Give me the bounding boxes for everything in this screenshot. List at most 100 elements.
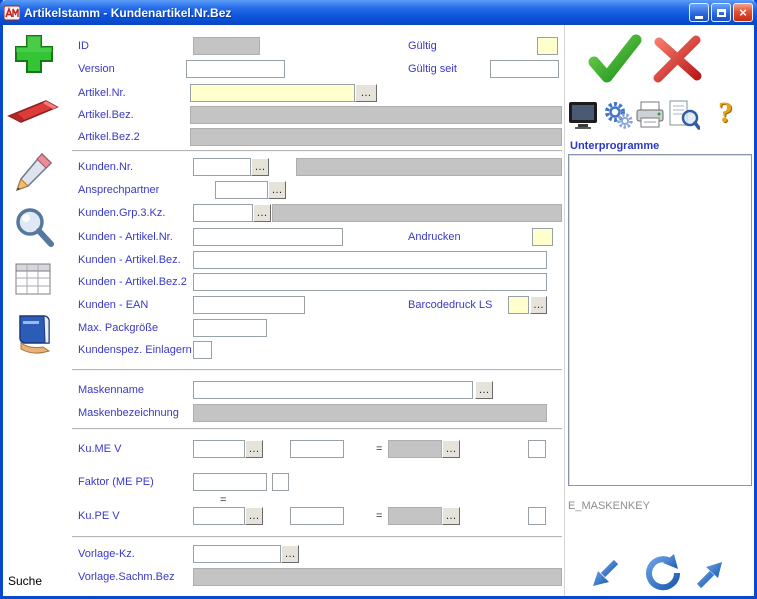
ku-me-v-check-input[interactable] [528,440,546,458]
kunden-grp-bez-field [272,204,562,222]
arrow-down-left-icon [591,558,621,590]
ku-me-v-qty-input[interactable] [290,440,344,458]
kunden-nr-input[interactable] [193,158,251,176]
artikel-bez-field [190,106,562,124]
vorlage-kz-input[interactable] [193,545,281,563]
unterprogramme-listbox[interactable] [568,154,752,486]
edit-button[interactable] [13,150,55,199]
navigate-back-button[interactable] [591,558,621,595]
andrucken-field[interactable] [532,228,553,246]
maximize-button[interactable] [711,3,731,22]
question-mark-icon: ? [718,96,733,129]
x-icon [652,34,704,84]
help-button[interactable]: ? [718,96,733,130]
print-button[interactable] [636,101,664,134]
gueltig-seit-input[interactable] [490,60,559,78]
faktor-unit-input[interactable] [272,473,289,491]
ku-me-v-input[interactable] [193,440,245,458]
field-label-maskenname: Maskenname [78,384,144,396]
field-label-artikel-bez: Artikel.Bez. [78,109,134,121]
field-label-kunden-artikel-bez: Kunden - Artikel.Bez. [78,254,181,266]
kundenspez-einlagern-input[interactable] [193,341,212,359]
suche-label: Suche [8,574,42,588]
ansprechpartner-browse-button[interactable]: … [268,181,286,199]
monitor-button[interactable] [568,101,598,134]
field-label-id: ID [78,40,89,52]
ku-pe-v-browse-button[interactable]: … [245,507,263,525]
artikel-nr-browse-button[interactable]: … [355,84,377,102]
table-button[interactable] [15,263,51,300]
field-label-kunden-ean: Kunden - EAN [78,299,148,311]
maskenname-browse-button[interactable]: … [475,381,493,399]
ku-pe-v-check-input[interactable] [528,507,546,525]
equals-label: = [376,510,382,522]
ansprechpartner-input[interactable] [215,181,268,199]
barcodedruck-field[interactable] [508,296,529,314]
document-magnifier-icon [668,100,700,130]
equals-label: = [376,443,382,455]
field-label-vorlage-kz: Vorlage-Kz. [78,548,135,560]
kunden-artikel-nr-input[interactable] [193,228,343,246]
separator [72,536,562,538]
kunden-ean-input[interactable] [193,296,305,314]
settings-button[interactable] [603,100,633,135]
search-button[interactable] [13,206,55,255]
close-icon: × [739,6,747,19]
add-button[interactable] [13,33,55,80]
field-label-ku-pe-v: Ku.PE V [78,510,120,522]
field-label-kunden-artikel-nr: Kunden - Artikel.Nr. [78,231,173,243]
minimize-button[interactable] [689,3,709,22]
window-title: Artikelstamm - Kundenartikel.Nr.Bez [24,6,687,20]
refresh-button[interactable] [644,554,682,597]
minimize-icon [695,16,703,19]
ku-pe-v-qty-input[interactable] [290,507,344,525]
field-label-artikel-bez2: Artikel.Bez.2 [78,131,140,143]
plus-icon [13,33,55,75]
ok-button[interactable] [586,34,644,91]
navigate-forward-button[interactable] [694,558,724,595]
titlebar: Artikelstamm - Kundenartikel.Nr.Bez × [0,0,757,25]
book-button[interactable] [13,312,55,361]
separator [72,369,562,371]
artikel-nr-input[interactable] [190,84,355,102]
gears-icon [603,100,633,130]
vorlage-sachm-bez-field [193,568,562,586]
field-label-maskenbezeichnung: Maskenbezeichnung [78,407,179,419]
panel-divider [564,25,565,596]
close-button[interactable]: × [733,3,753,22]
field-label-gueltig-seit: Gültig seit [408,63,457,75]
version-input[interactable] [186,60,285,78]
kunden-artikel-bez-input[interactable] [193,251,547,269]
separator [72,150,562,152]
ku-me-v-browse-button[interactable]: … [245,440,263,458]
magnifier-icon [13,206,55,250]
refresh-icon [644,554,682,592]
field-label-ku-me-v: Ku.ME V [78,443,121,455]
kunden-nr-browse-button[interactable]: … [251,158,269,176]
printer-icon [636,101,664,129]
ku-me-v-target-browse-button[interactable]: … [442,440,460,458]
barcodedruck-browse-button[interactable]: … [530,296,547,314]
vorlage-kz-browse-button[interactable]: … [281,545,299,563]
field-label-vorlage-sachm: Vorlage.Sachm.Bez [78,571,175,583]
preview-button[interactable] [668,100,700,135]
delete-button[interactable] [6,97,60,130]
kunden-grp-browse-button[interactable]: … [253,204,271,222]
max-packgroesse-input[interactable] [193,319,267,337]
field-label-artikel-nr: Artikel.Nr. [78,87,126,99]
gueltig-field[interactable] [537,37,558,55]
field-label-max-packgroesse: Max. Packgröße [78,322,158,334]
ku-pe-v-input[interactable] [193,507,245,525]
field-label-kunden-artikel-bez2: Kunden - Artikel.Bez.2 [78,276,187,288]
cancel-button[interactable] [652,34,704,89]
faktor-input[interactable] [193,473,267,491]
kunden-grp-input[interactable] [193,204,253,222]
ku-pe-v-target-browse-button[interactable]: … [442,507,460,525]
field-label-kunden-grp: Kunden.Grp.3.Kz. [78,207,165,219]
field-label-ansprechpartner: Ansprechpartner [78,184,159,196]
maskenname-input[interactable] [193,381,473,399]
separator [72,428,562,430]
monitor-icon [568,101,598,129]
maskenbezeichnung-field [193,404,547,422]
kunden-artikel-bez2-input[interactable] [193,273,547,291]
